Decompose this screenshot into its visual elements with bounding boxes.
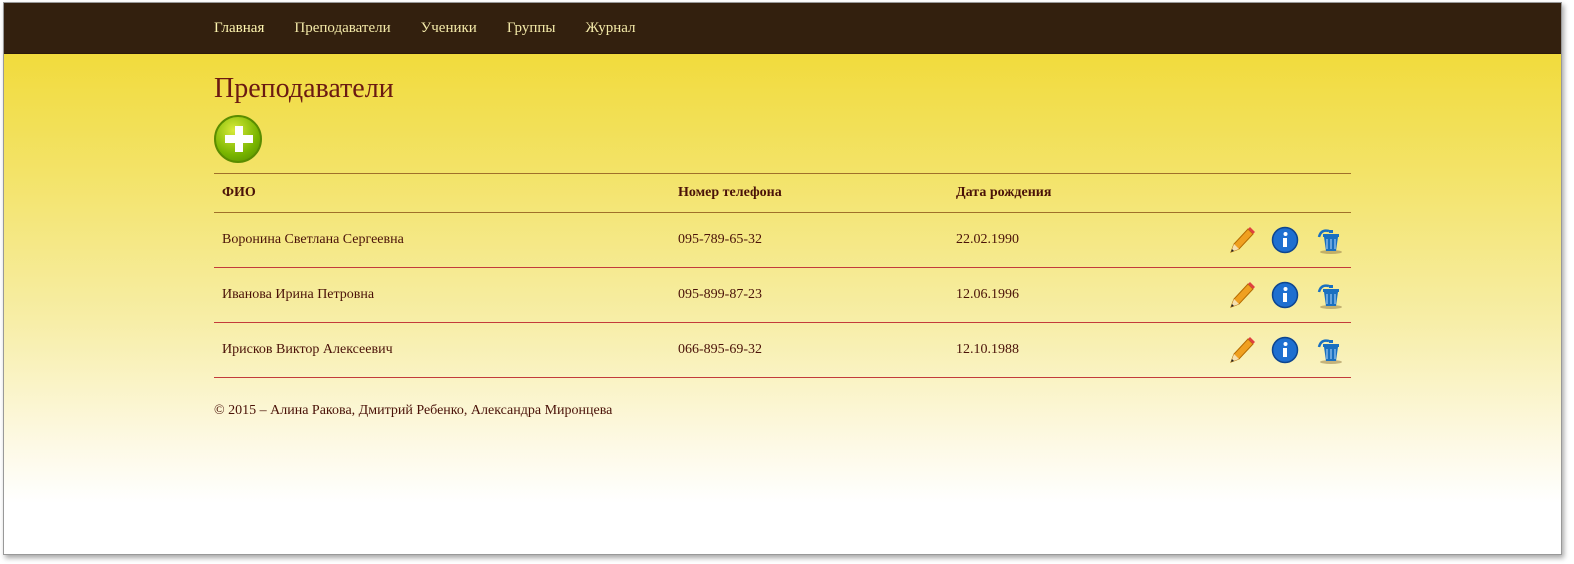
footer: © 2015 – Алина Ракова, Дмитрий Ребенко, …	[214, 403, 613, 418]
cell-birthdate: 22.02.1990	[948, 212, 1122, 268]
cell-phone: 095-789-65-32	[670, 212, 948, 268]
row-actions	[1121, 212, 1351, 268]
nav-home[interactable]: Главная	[214, 20, 264, 37]
header-name: ФИО	[214, 173, 670, 213]
cell-name: Иванова Ирина Петровна	[214, 267, 670, 323]
header-actions	[1121, 173, 1351, 213]
nav-journal[interactable]: Журнал	[586, 20, 636, 37]
header-birthdate: Дата рождения	[948, 173, 1122, 213]
delete-trash-icon[interactable]	[1315, 335, 1343, 365]
table-row: Ирисков Виктор Алексеевич 066-895-69-32 12…	[214, 322, 1351, 378]
cell-birthdate: 12.06.1996	[948, 267, 1122, 323]
edit-pencil-icon[interactable]	[1227, 280, 1255, 310]
top-nav: Главная Преподаватели Ученики Группы Жур…	[4, 3, 1561, 54]
row-actions	[1121, 267, 1351, 323]
table-row: Иванова Ирина Петровна 095-899-87-23 12.06…	[214, 267, 1351, 323]
cell-name: Воронина Светлана Сергеевна	[214, 212, 670, 268]
row-actions	[1121, 322, 1351, 378]
delete-trash-icon[interactable]	[1315, 280, 1343, 310]
nav-teachers[interactable]: Преподаватели	[294, 20, 390, 37]
info-icon[interactable]	[1271, 335, 1299, 365]
cell-phone: 095-899-87-23	[670, 267, 948, 323]
app-window: Главная Преподаватели Ученики Группы Жур…	[3, 2, 1562, 555]
info-icon[interactable]	[1271, 225, 1299, 255]
add-teacher-button[interactable]	[214, 115, 262, 163]
nav-students[interactable]: Ученики	[421, 20, 477, 37]
header-phone: Номер телефона	[670, 173, 948, 213]
table-row: Воронина Светлана Сергеевна 095-789-65-32…	[214, 212, 1351, 268]
teachers-table: ФИО Номер телефона Дата рождения Воронин…	[214, 173, 1351, 378]
delete-trash-icon[interactable]	[1315, 225, 1343, 255]
page-title: Преподаватели	[214, 73, 394, 104]
cell-name: Ирисков Виктор Алексеевич	[214, 322, 670, 378]
edit-pencil-icon[interactable]	[1227, 335, 1255, 365]
edit-pencil-icon[interactable]	[1227, 225, 1255, 255]
nav-groups[interactable]: Группы	[507, 20, 556, 37]
info-icon[interactable]	[1271, 280, 1299, 310]
cell-phone: 066-895-69-32	[670, 322, 948, 378]
cell-birthdate: 12.10.1988	[948, 322, 1122, 378]
